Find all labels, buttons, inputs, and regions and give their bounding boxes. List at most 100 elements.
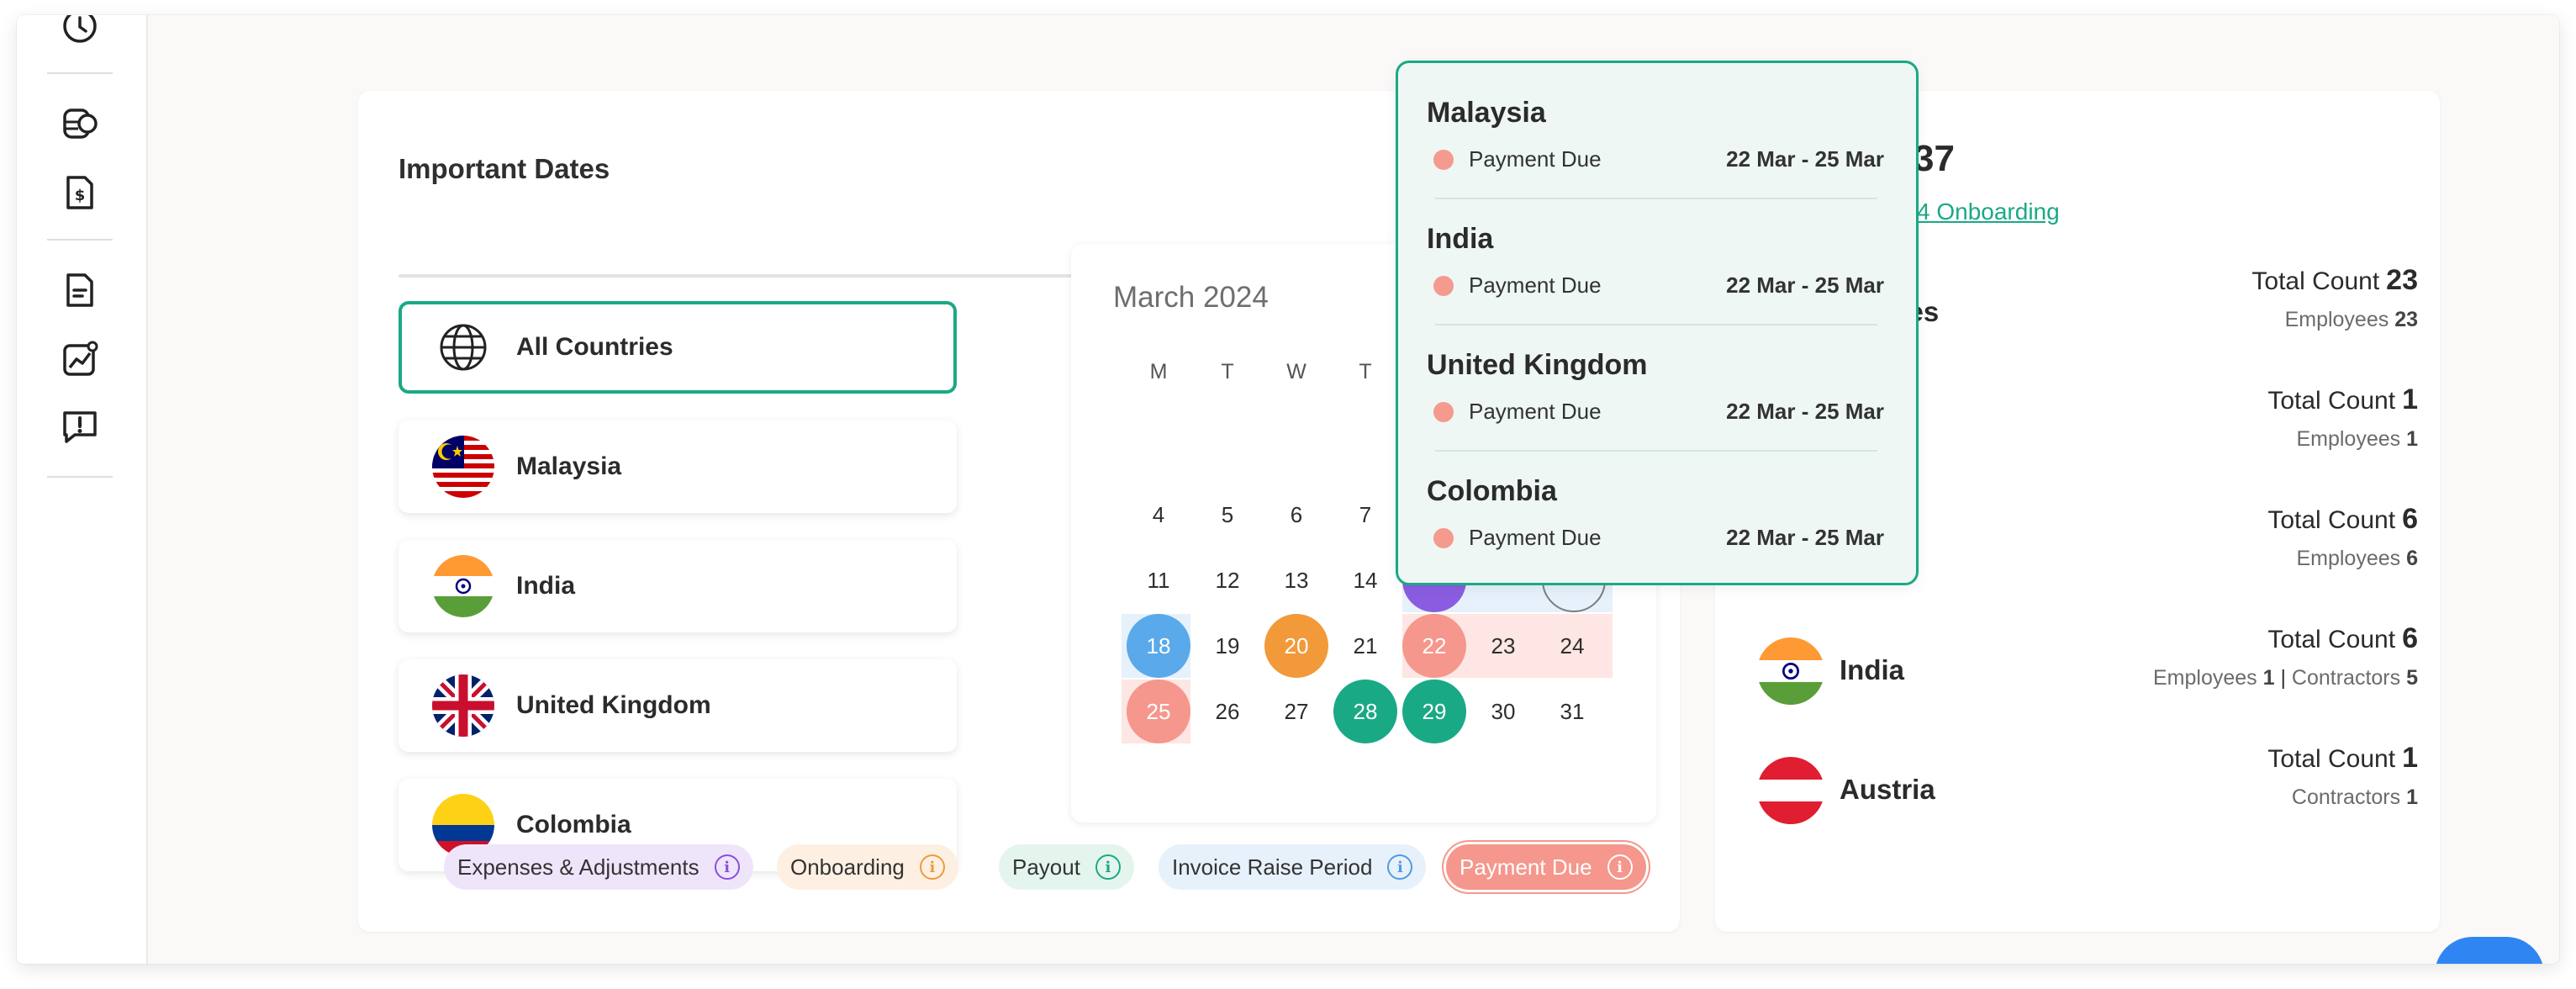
calendar-day[interactable]: 26 [1196, 680, 1259, 743]
calendar-day[interactable]: 11 [1127, 548, 1190, 612]
calendar-day[interactable]: 21 [1333, 614, 1397, 678]
popup-date-range: 22 Mar - 25 Mar [1726, 525, 1884, 550]
globe-icon [432, 316, 494, 378]
calendar-day[interactable]: 13 [1264, 548, 1328, 612]
country-india[interactable]: India [399, 540, 957, 632]
calendar-day[interactable]: 19 [1196, 614, 1259, 678]
info-icon[interactable]: i [1387, 854, 1413, 880]
info-icon[interactable]: i [1095, 854, 1121, 880]
weekday-label: T [1221, 360, 1234, 383]
info-icon[interactable]: i [1607, 854, 1633, 880]
summary-row-india[interactable]: India Total Count 6 Employees 1 | Contrac… [1757, 622, 2418, 715]
popup-divider [1435, 198, 1877, 199]
summary-row-austria[interactable]: Austria Total Count 1 Contractors 1 [1757, 742, 2418, 834]
calendar-day-highlighted[interactable]: 25 [1127, 680, 1190, 743]
dollar-document-icon[interactable]: $ [59, 172, 101, 214]
popup-divider [1435, 450, 1877, 452]
calendar-day[interactable]: 31 [1540, 680, 1604, 743]
weekday-label: T [1359, 360, 1372, 383]
country-malaysia[interactable]: Malaysia [399, 420, 957, 513]
total-count: Total Count 6 [2267, 622, 2418, 654]
popup-event-type: Payment Due [1469, 525, 1602, 550]
coins-icon[interactable] [59, 103, 101, 145]
calendar-day[interactable]: 30 [1471, 680, 1535, 743]
svg-text:$: $ [75, 187, 86, 204]
legend-label: Onboarding [790, 854, 905, 880]
country-label: Colombia [516, 811, 631, 838]
sidebar-divider [47, 476, 113, 478]
country-label: Malaysia [516, 452, 622, 480]
calendar-day-highlighted[interactable]: 20 [1264, 614, 1328, 678]
calendar-day-highlighted[interactable]: 18 [1127, 614, 1190, 678]
calendar-day-highlighted[interactable]: 28 [1333, 680, 1397, 743]
calendar-day[interactable]: 23 [1471, 614, 1535, 678]
country-united-kingdom[interactable]: United Kingdom [399, 659, 957, 752]
country-name: India [1840, 654, 1905, 685]
onboarding-link[interactable]: 4 Onboarding [1917, 198, 2060, 225]
popup-divider [1435, 324, 1877, 325]
feedback-icon[interactable] [59, 405, 101, 447]
total-count: Total Count 1 [2267, 383, 2418, 415]
clock-icon[interactable] [59, 15, 101, 56]
legend-invoice-raise-period[interactable]: Invoice Raise Period i [1159, 844, 1427, 890]
weekday-label: M [1149, 360, 1168, 383]
total-count: Total Count 6 [2267, 503, 2418, 535]
total-count: Total Count 23 [2251, 264, 2418, 296]
popup-event-type: Payment Due [1469, 399, 1602, 424]
country-label: India [516, 572, 576, 600]
status-dot [1433, 150, 1454, 170]
calendar-day[interactable]: 12 [1196, 548, 1259, 612]
austria-flag-icon [1757, 757, 1824, 824]
popup-country: Colombia [1427, 475, 1557, 507]
popup-country: Malaysia [1427, 97, 1546, 129]
country-all-countries[interactable]: All Countries [399, 301, 957, 394]
count-breakdown: Contractors 1 [2291, 785, 2418, 809]
legend-expenses-adjustments[interactable]: Expenses & Adjustments i [444, 844, 753, 890]
popup-item: United Kingdom Payment Due 22 Mar - 25 Ma… [1427, 349, 1894, 426]
calendar-day[interactable]: 5 [1196, 483, 1259, 547]
calendar-day[interactable]: 27 [1264, 680, 1328, 743]
legend-payout[interactable]: Payout i [999, 844, 1134, 890]
calendar-day[interactable]: 14 [1333, 548, 1397, 612]
chat-launcher-button[interactable] [2435, 937, 2544, 964]
calendar-day-highlighted[interactable]: 22 [1402, 614, 1466, 678]
payment-due-popup: Malaysia Payment Due 22 Mar - 25 Mar Indi… [1396, 61, 1919, 585]
count-breakdown: Employees 1 [2296, 427, 2418, 451]
important-dates-title: Important Dates [399, 153, 610, 184]
legend-label: Payout [1012, 854, 1080, 880]
country-label: All Countries [516, 333, 673, 361]
legend-payment-due[interactable]: Payment Due i [1446, 844, 1646, 890]
legend-onboarding[interactable]: Onboarding i [777, 844, 958, 890]
popup-item: India Payment Due 22 Mar - 25 Mar [1427, 223, 1894, 299]
calendar-day[interactable]: 6 [1264, 483, 1328, 547]
count-breakdown: Employees 23 [2284, 308, 2418, 331]
popup-event-type: Payment Due [1469, 272, 1602, 298]
popup-item: Malaysia Payment Due 22 Mar - 25 Mar [1427, 97, 1894, 173]
document-icon[interactable] [59, 269, 101, 311]
calendar-day[interactable]: 24 [1540, 614, 1604, 678]
country-label: United Kingdom [516, 691, 711, 719]
popup-item: Colombia Payment Due 22 Mar - 25 Mar [1427, 475, 1894, 552]
legend-label: Expenses & Adjustments [457, 854, 699, 880]
sidebar: $ [17, 15, 148, 964]
popup-date-range: 22 Mar - 25 Mar [1726, 399, 1884, 424]
status-dot [1433, 276, 1454, 296]
calendar-month-label: March 2024 [1113, 281, 1269, 314]
legend-label: Invoice Raise Period [1172, 854, 1373, 880]
calendar-day-highlighted[interactable]: 29 [1402, 680, 1466, 743]
status-dot [1433, 402, 1454, 422]
sidebar-divider [47, 239, 113, 241]
malaysia-flag-icon [432, 436, 494, 498]
count-breakdown: Employees 1 | Contractors 5 [2152, 666, 2418, 690]
analytics-icon[interactable] [59, 338, 101, 380]
info-icon[interactable]: i [714, 854, 740, 880]
count-breakdown: Employees 6 [2296, 547, 2418, 570]
info-icon[interactable]: i [919, 854, 945, 880]
india-flag-icon [1757, 637, 1824, 705]
calendar-day[interactable]: 7 [1333, 483, 1397, 547]
status-dot [1433, 528, 1454, 548]
legend-label: Payment Due [1460, 854, 1592, 880]
country-name: Austria [1840, 774, 1935, 805]
sidebar-divider [47, 72, 113, 74]
calendar-day[interactable]: 4 [1127, 483, 1190, 547]
